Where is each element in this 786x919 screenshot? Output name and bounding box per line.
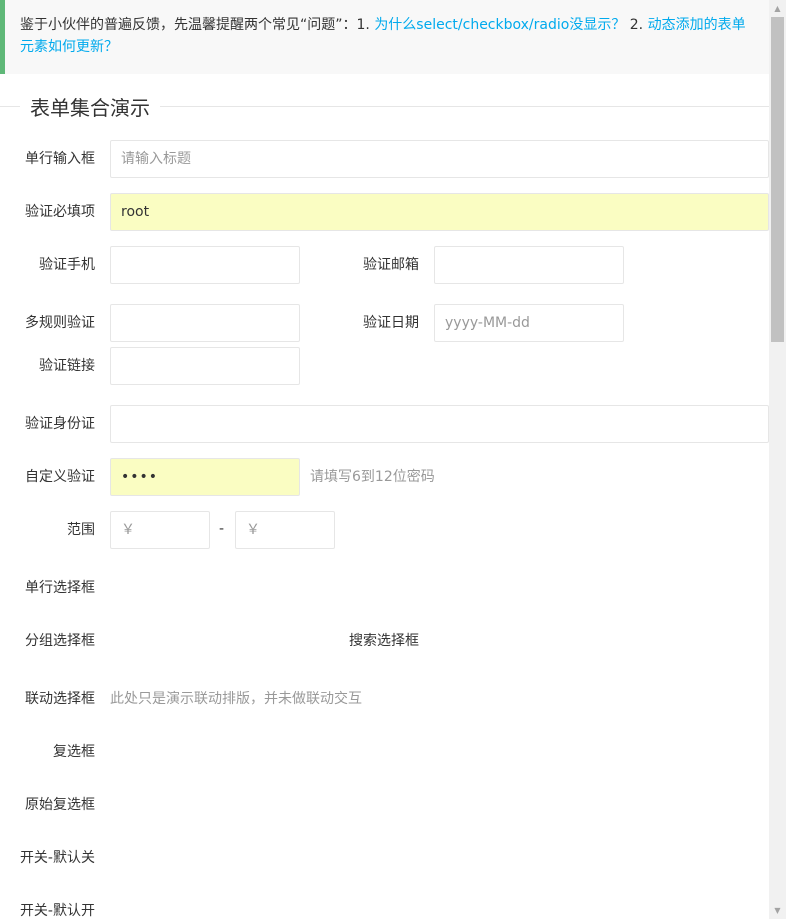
identity-label: 验证身份证 [25,416,95,432]
select-linked-label: 联动选择框 [25,691,95,707]
switch-on-label: 开关-默认开 [19,903,95,919]
title-label: 单行输入框 [25,151,95,167]
checkbox-raw-label: 原始复选框 [25,797,95,813]
phone-input[interactable] [110,246,300,284]
url-input[interactable] [110,347,300,385]
vertical-scrollbar[interactable]: ▲ ▼ [769,0,786,919]
checkbox-label: 复选框 [53,744,95,760]
email-input[interactable] [434,246,624,284]
range-label: 范围 [67,522,95,538]
email-label: 验证邮箱 [363,257,419,273]
scrollbar-thumb[interactable] [771,17,784,342]
range-max-input[interactable]: ￥ [235,511,335,549]
select-single-label: 单行选择框 [25,580,95,596]
switch-off-label: 开关-默认关 [19,850,95,866]
custom-label: 自定义验证 [25,469,95,485]
tip-text-before: 鉴于小伙伴的普遍反馈，先温馨提醒两个常见“问题”：1. [20,17,375,33]
date-label: 验证日期 [363,315,419,331]
page-content: 鉴于小伙伴的普遍反馈，先温馨提醒两个常见“问题”：1. 为什么select/ch… [0,0,769,919]
fieldset-legend: 表单集合演示 [20,94,160,122]
multi-rule-input[interactable] [110,304,300,342]
tip-link-select-faq[interactable]: 为什么select/checkbox/radio没显示？ [374,17,625,33]
required-label: 验证必填项 [25,204,95,220]
required-input[interactable]: root [110,193,769,231]
phone-label: 验证手机 [39,257,95,273]
scroll-down-arrow-icon[interactable]: ▼ [769,902,786,919]
range-min-input[interactable]: ￥ [110,511,210,549]
title-input[interactable]: 请输入标题 [110,140,769,178]
identity-input[interactable] [110,405,769,443]
date-input[interactable]: yyyy-MM-dd [434,304,624,342]
password-hint: 请填写6到12位密码 [310,469,435,485]
scroll-up-arrow-icon[interactable]: ▲ [769,0,786,17]
password-input[interactable]: •••• [110,458,300,496]
url-label: 验证链接 [39,358,95,374]
tip-text-mid: 2. [625,17,648,33]
select-linked-hint: 此处只是演示联动排版，并未做联动交互 [110,691,362,707]
tip-banner: 鉴于小伙伴的普遍反馈，先温馨提醒两个常见“问题”：1. 为什么select/ch… [0,0,769,74]
range-separator: - [219,521,225,537]
multi-rule-label: 多规则验证 [25,315,95,331]
select-search-label: 搜索选择框 [349,633,419,649]
select-group-label: 分组选择框 [25,633,95,649]
